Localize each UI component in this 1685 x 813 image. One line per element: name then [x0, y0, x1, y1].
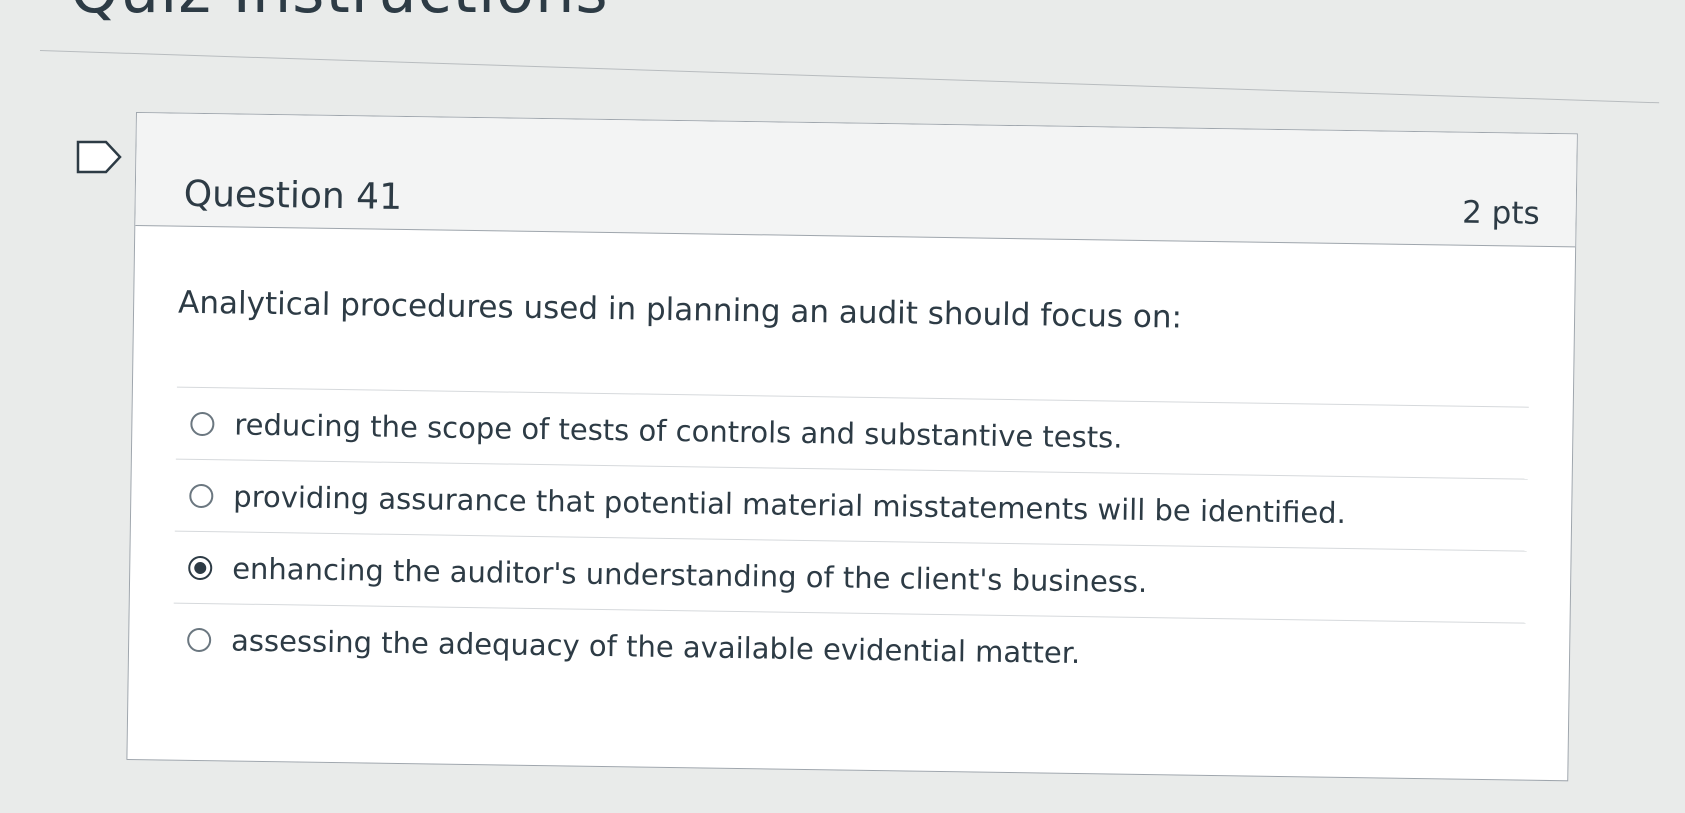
answer-label: providing assurance that potential mater…: [233, 478, 1347, 530]
heading-divider: [39, 50, 1660, 104]
radio-button[interactable]: [190, 411, 215, 436]
page-heading: Quiz Instructions: [70, 0, 609, 27]
answer-list: reducing the scope of tests of controls …: [172, 386, 1529, 695]
question-points: 2 pts: [1461, 194, 1540, 232]
answer-label: enhancing the auditor's understanding of…: [231, 550, 1148, 599]
question-header: Question 41 2 pts: [135, 113, 1577, 248]
radio-button-selected[interactable]: [188, 555, 213, 580]
question-text: Analytical procedures used in planning a…: [177, 284, 1183, 336]
question-card: Question 41 2 pts Analytical procedures …: [126, 112, 1578, 782]
flag-icon[interactable]: [76, 140, 124, 174]
answer-label: reducing the scope of tests of controls …: [234, 406, 1123, 455]
radio-button[interactable]: [187, 627, 212, 652]
question-body: Analytical procedures used in planning a…: [129, 226, 1575, 695]
question-title: Question 41: [183, 173, 403, 218]
radio-button[interactable]: [189, 483, 214, 508]
answer-label: assessing the adequacy of the available …: [230, 622, 1081, 670]
